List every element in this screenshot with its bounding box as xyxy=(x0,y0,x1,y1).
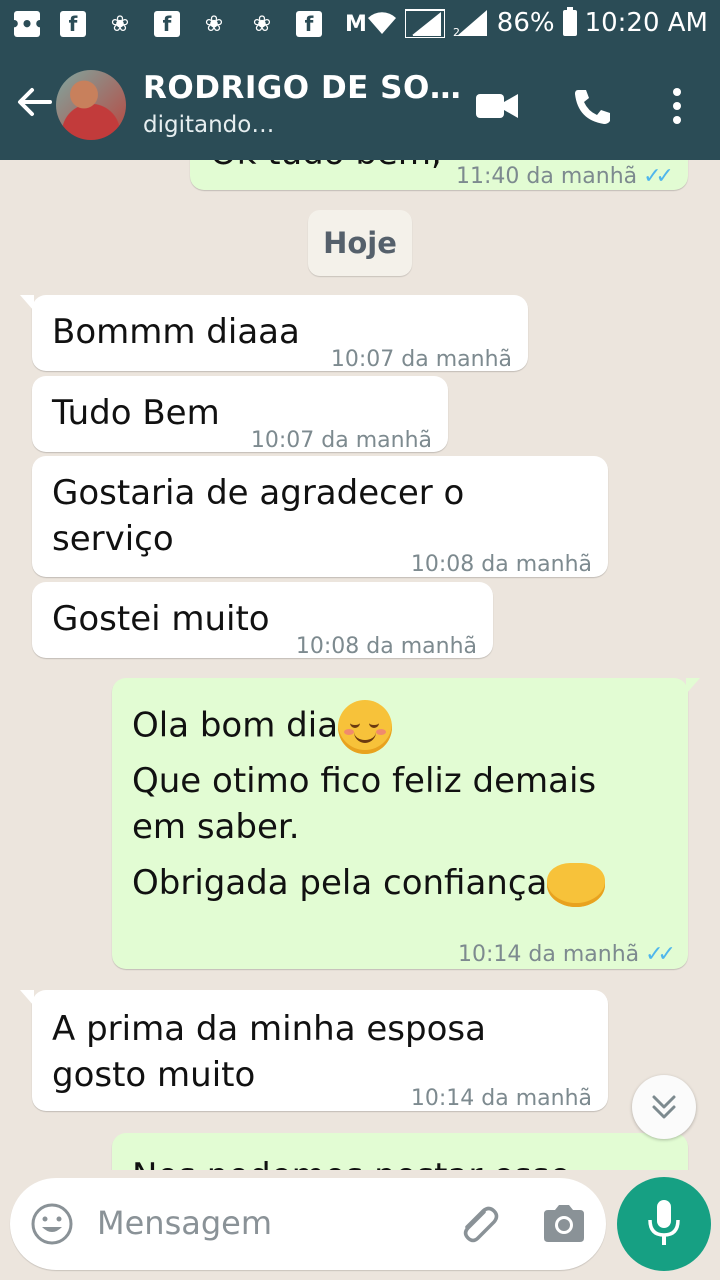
date-divider: Hoje xyxy=(308,210,412,276)
back-arrow-icon[interactable] xyxy=(14,82,54,122)
read-ticks-icon: ✓✓ xyxy=(643,164,674,189)
message-text: Ok tudo bem, xyxy=(210,160,442,176)
facebook-notification-icon: f xyxy=(296,11,322,37)
voice-call-icon[interactable] xyxy=(570,86,616,126)
incoming-message[interactable]: Gostaria de agradecer o serviço 10:08 da… xyxy=(32,456,608,577)
composer: Mensagem xyxy=(0,1170,720,1280)
incoming-message[interactable]: Bommm diaaa 10:07 da manhã xyxy=(20,295,528,372)
double-chevron-down-icon xyxy=(652,1095,676,1119)
contact-name[interactable]: RODRIGO DE SO… xyxy=(143,70,461,106)
signal-sim2-icon: 2 xyxy=(453,10,487,38)
message-text: gosto muito xyxy=(52,1055,256,1095)
microphone-icon xyxy=(648,1200,680,1245)
message-time: 11:40 da manhã xyxy=(456,164,638,189)
message-text: Que otimo fico feliz demais xyxy=(132,761,597,801)
smiling-face-emoji-icon xyxy=(338,700,393,754)
svg-text:2: 2 xyxy=(453,26,460,38)
battery-percent: 86% xyxy=(496,8,555,38)
incoming-message[interactable]: A prima da minha esposa gosto muito 10:1… xyxy=(20,990,608,1111)
chat-header: RODRIGO DE SO… digitando… xyxy=(0,50,720,160)
outgoing-message[interactable]: Ok tudo bem, 11:40 da manhã✓✓ xyxy=(190,160,688,190)
message-text: Ola bom dia xyxy=(132,705,339,746)
camera-icon[interactable] xyxy=(540,1202,588,1246)
message-time: 10:08 da manhã xyxy=(295,634,477,659)
message-time: 10:14 da manhã xyxy=(458,942,640,967)
svg-text:1: 1 xyxy=(407,26,414,38)
message-text: Bommm diaaa xyxy=(52,312,300,352)
message-text: A prima da minha esposa xyxy=(52,1009,486,1049)
battery-icon xyxy=(562,7,577,36)
handshake-emoji-icon xyxy=(547,862,606,907)
scroll-to-bottom-button[interactable] xyxy=(632,1075,696,1139)
message-text: Gostaria de agradecer o xyxy=(52,473,465,513)
status-bar: ••• f ❀ f ❀ ❀ f M 1 2 86% 10:20 AM xyxy=(0,0,720,50)
incoming-message[interactable]: Gostei muito 10:08 da manhã xyxy=(32,582,493,659)
message-placeholder: Mensagem xyxy=(97,1204,273,1242)
attach-icon[interactable] xyxy=(454,1200,502,1248)
messages-notification-icon: ••• xyxy=(7,11,47,37)
outgoing-message[interactable]: Nos podemos postar esse xyxy=(112,1133,688,1170)
voice-record-button[interactable] xyxy=(617,1177,711,1271)
typing-status: digitando… xyxy=(143,112,275,138)
facebook-notification-icon: f xyxy=(60,11,86,37)
emoji-icon[interactable] xyxy=(30,1202,74,1246)
incoming-message[interactable]: Tudo Bem 10:07 da manhã xyxy=(32,376,448,453)
app-notification-icon: ❀ xyxy=(110,11,130,37)
contact-avatar[interactable] xyxy=(56,70,126,140)
message-text: serviço xyxy=(52,519,174,559)
more-options-icon[interactable] xyxy=(654,86,700,126)
clock: 10:20 AM xyxy=(584,8,708,38)
message-time: 10:14 da manhã xyxy=(410,1086,592,1111)
message-text: Nos podemos postar esse xyxy=(132,1153,570,1170)
message-text: Obrigada pela confiança xyxy=(132,863,548,903)
message-text: Tudo Bem xyxy=(52,393,220,433)
facebook-notification-icon: f xyxy=(154,11,180,37)
message-text: em saber. xyxy=(132,807,300,847)
message-text: Gostei muito xyxy=(52,599,270,639)
signal-sim1-icon: 1 xyxy=(404,9,445,38)
message-list[interactable]: Ok tudo bem, 11:40 da manhã✓✓ Hoje Bommm… xyxy=(0,160,720,1170)
app-notification-icon: ❀ xyxy=(252,11,272,37)
message-input[interactable]: Mensagem xyxy=(10,1178,606,1270)
video-call-icon[interactable] xyxy=(474,86,520,126)
wifi-icon xyxy=(367,12,396,34)
app-notification-icon: ❀ xyxy=(204,11,224,37)
read-ticks-icon: ✓✓ xyxy=(645,942,676,967)
outgoing-message[interactable]: Ola bom dia Que otimo fico feliz demais … xyxy=(112,678,700,969)
